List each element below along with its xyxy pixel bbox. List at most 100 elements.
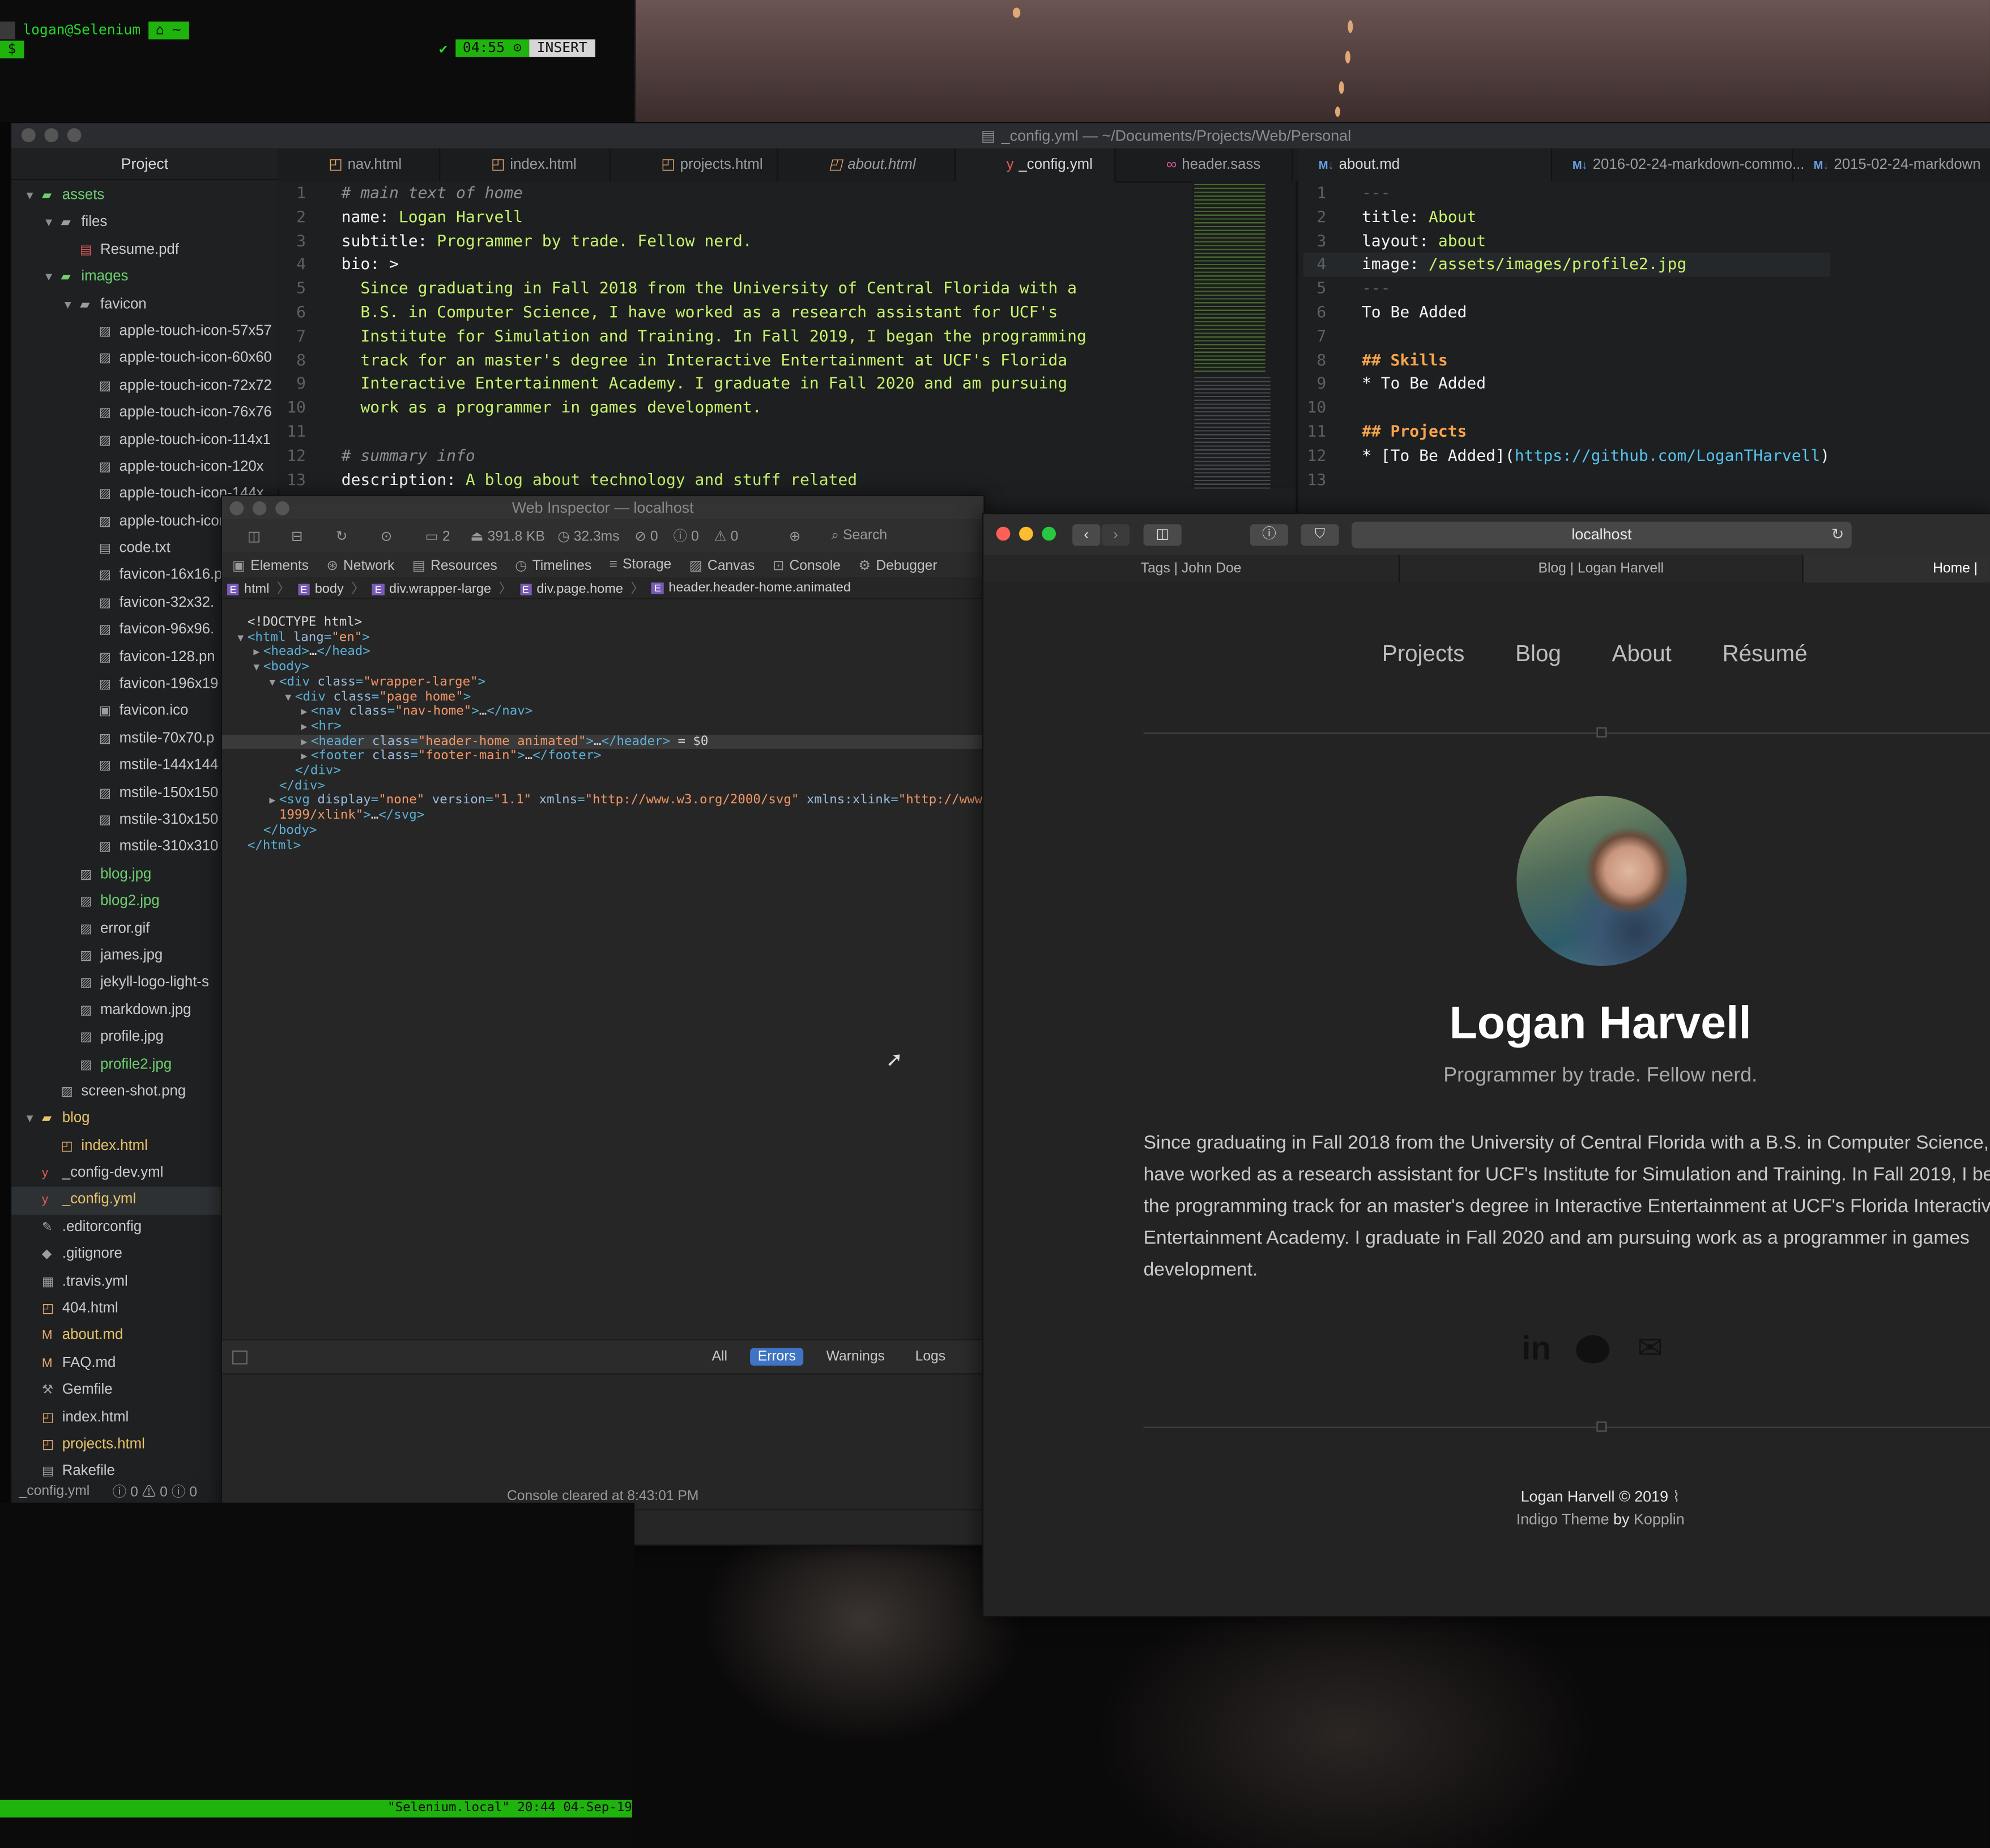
atom-titlebar[interactable]: ▤ _config.yml — ~/Documents/Projects/Web…	[11, 123, 1990, 150]
github-icon[interactable]	[1576, 1334, 1610, 1363]
dom-node[interactable]: ▼ <html lang="en">	[222, 631, 983, 645]
inspector-tab[interactable]: ▨ Canvas	[689, 556, 755, 573]
disclosure-open-icon[interactable]: ▼	[222, 660, 263, 675]
dom-tree[interactable]: <!DOCTYPE html> ▼ <html lang="en"> ▶ <head>……	[222, 598, 984, 1339]
code-line[interactable]: 11	[283, 420, 1086, 444]
disclosure-closed-icon[interactable]: ▶	[222, 705, 311, 719]
editor-tab[interactable]: ∞ header.sass	[1115, 148, 1293, 182]
tree-item[interactable]: ▼ ▰ images	[11, 264, 278, 291]
disclosure-closed-icon[interactable]: ▶	[222, 794, 279, 808]
email-icon[interactable]: ✉	[1637, 1330, 1663, 1367]
editor-tab[interactable]: ◰ nav.html	[278, 148, 441, 182]
breadcrumb-item[interactable]: Ediv.page.home 〉	[519, 578, 644, 598]
chevron-down-icon[interactable]: ▼	[43, 210, 54, 237]
code-line[interactable]: 7 Institute for Simulation and Training.…	[283, 325, 1086, 348]
chevron-down-icon[interactable]: ▼	[24, 1106, 36, 1133]
console-filter-errors[interactable]: Errors	[750, 1348, 804, 1366]
code-line[interactable]: 7	[1303, 325, 1830, 348]
tree-item[interactable]: ▨ apple-touch-icon-114x1	[11, 427, 278, 454]
inspector-tab[interactable]: ⚙ Debugger	[858, 556, 937, 573]
dom-node[interactable]: </body>	[222, 824, 983, 838]
dom-node[interactable]: ▶ <svg display="none" version="1.1" xmlns…	[222, 794, 983, 808]
tree-item[interactable]: ▨ apple-touch-icon-72x72	[11, 373, 278, 400]
dom-node[interactable]: ▶ <hr>	[222, 719, 983, 734]
theme-link[interactable]: Indigo Theme	[1516, 1510, 1609, 1528]
rss-icon[interactable]: ⌇	[1673, 1488, 1680, 1505]
tree-item[interactable]: ▨ apple-touch-icon-57x57	[11, 318, 278, 346]
download-icon[interactable]: ⊙	[381, 527, 393, 544]
safari-tab-bar[interactable]: Tags | John Doe Blog | Logan Harvell Home …	[983, 555, 1990, 604]
editor-tab[interactable]: ◰ projects.html	[611, 148, 778, 182]
inspector-tab[interactable]: ▤ Resources	[412, 556, 497, 573]
code-line[interactable]: 3 layout: about	[1303, 229, 1830, 253]
code-line[interactable]: 3 subtitle: Programmer by trade. Fellow n…	[283, 229, 1086, 253]
disclosure-closed-icon[interactable]: ▶	[222, 645, 263, 660]
code-line[interactable]: 9 * To Be Added	[1303, 372, 1830, 396]
back-button[interactable]: ‹	[1072, 524, 1101, 546]
console-filter-logs[interactable]: Logs	[907, 1348, 953, 1365]
code-line[interactable]: 5 Since graduating in Fall 2018 from the…	[283, 277, 1086, 301]
inspector-minimize-button[interactable]	[252, 501, 267, 516]
code-line[interactable]: 8 ## Skills	[1303, 348, 1830, 372]
code-line[interactable]: 1 # main text of home	[283, 181, 1086, 205]
about-editor-pane[interactable]: 1 --- 2 title: About 3 layout: about 4 image: /…	[1298, 181, 1990, 489]
code-line[interactable]: 4 image: /assets/images/profile2.jpg	[1303, 253, 1830, 277]
tree-item[interactable]: ▤ Resume.pdf	[11, 237, 278, 264]
breadcrumb-item[interactable]: Ebody 〉	[297, 578, 365, 598]
breadcrumb-item[interactable]: Ediv.wrapper-large 〉	[372, 578, 512, 598]
terminal-window[interactable]: logan@Selenium ⌂ ~ $ ✔ 04:55 ⊙ INSERT	[0, 0, 636, 122]
status-file[interactable]: _config.yml	[19, 1484, 90, 1499]
console-filter-warnings[interactable]: Warnings	[819, 1348, 892, 1365]
code-line[interactable]: 6 To Be Added	[1303, 301, 1830, 325]
chevron-down-icon[interactable]: ▼	[62, 291, 74, 318]
tree-item[interactable]: ▨ apple-touch-icon-120x	[11, 454, 278, 482]
tree-item[interactable]: ▨ apple-touch-icon-76x76	[11, 400, 278, 427]
inspector-tab[interactable]: ⊛ Network	[326, 556, 394, 573]
code-line[interactable]: 6 B.S. in Computer Science, I have worke…	[283, 301, 1086, 325]
inspector-tab[interactable]: ▣ Elements	[232, 556, 309, 573]
code-line[interactable]: 12 * [To Be Added](https://github.com/Log…	[1303, 444, 1830, 468]
zoom-button[interactable]	[67, 128, 82, 142]
code-line[interactable]: 2 name: Logan Harvell	[283, 205, 1086, 229]
reload-icon[interactable]: ↻	[336, 527, 348, 544]
dom-node[interactable]: ▶ <header class="header-home animated">…<…	[222, 734, 984, 750]
dom-node[interactable]: ▶ <nav class="nav-home">…</nav>	[222, 705, 983, 719]
editor-tab[interactable]: M↓ 2015-02-24-markdown	[1793, 148, 1990, 181]
dock-bottom-icon[interactable]: ⊟	[291, 527, 303, 544]
editor-tab[interactable]: M↓ 2016-02-24-markdown-commo...	[1552, 148, 1804, 182]
target-icon[interactable]: ⊕	[789, 527, 801, 544]
tree-item[interactable]: ▼ ▰ favicon	[11, 291, 278, 318]
linter-status[interactable]: ⓘ 0 ⚠ 0 ⓘ 0	[113, 1481, 197, 1502]
dom-node[interactable]: </html>	[222, 838, 983, 853]
chevron-down-icon[interactable]: ▼	[43, 264, 54, 291]
console-toggle-icon[interactable]	[232, 1349, 248, 1364]
disclosure-open-icon[interactable]: ▼	[222, 631, 248, 645]
disclosure-open-icon[interactable]: ▼	[222, 675, 279, 689]
linkedin-icon[interactable]: in	[1522, 1329, 1551, 1368]
minimize-button[interactable]	[44, 128, 59, 142]
disclosure-closed-icon[interactable]: ▶	[222, 734, 311, 749]
nav-link-2[interactable]: Blog	[1515, 641, 1561, 666]
nav-link-1[interactable]: Projects	[1382, 641, 1465, 666]
tree-item[interactable]: ▼ ▰ files	[11, 210, 278, 237]
browser-tab[interactable]: Home | Lo	[1803, 555, 1990, 604]
tree-item[interactable]: ▼ ▰ assets	[11, 183, 278, 210]
chevron-down-icon[interactable]: ▼	[24, 183, 36, 210]
reload-icon[interactable]: ↻	[1831, 522, 1844, 548]
code-line[interactable]: 13	[1303, 468, 1830, 489]
disclosure-open-icon[interactable]: ▼	[222, 690, 295, 705]
close-button[interactable]	[22, 128, 36, 142]
code-line[interactable]: 11 ## Projects	[1303, 420, 1830, 444]
dom-node[interactable]: <!DOCTYPE html>	[222, 616, 983, 631]
terminal-prompt[interactable]: $	[0, 40, 24, 59]
editor-tab[interactable]: ◰ about.html	[778, 148, 956, 182]
inspector-close-button[interactable]	[229, 501, 244, 516]
dock-side-icon[interactable]: ◫	[248, 527, 261, 544]
inspector-tab-bar[interactable]: ▣ Elements ⊛ Network ▤ Resources ◷ Timelines ≡ St…	[222, 552, 984, 579]
code-line[interactable]: 1 ---	[1303, 181, 1830, 205]
code-line[interactable]: 12 # summary info	[283, 444, 1086, 468]
inspector-zoom-button[interactable]	[275, 501, 289, 516]
web-inspector-window[interactable]: Web Inspector — localhost ◫ ⊟ ↻ ⊙ ▭ 2 ⏏ …	[220, 495, 985, 1546]
dom-node[interactable]: ▶ <footer class="footer-main">…</footer>	[222, 750, 983, 764]
tree-header[interactable]: Project	[11, 148, 278, 181]
